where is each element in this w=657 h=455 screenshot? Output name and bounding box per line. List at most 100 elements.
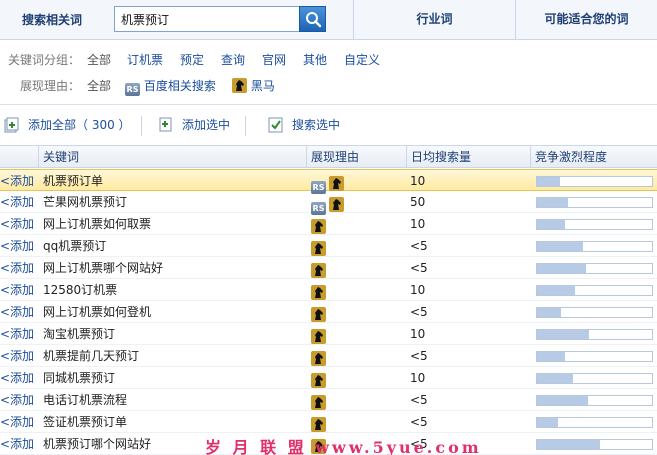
add-selected-button[interactable]: 添加选中 — [158, 114, 230, 136]
table-row[interactable]: <添加 12580订机票 10 — [0, 279, 657, 301]
add-keyword-link[interactable]: <添加 — [0, 257, 34, 279]
table-header: 关键词 展现理由 日均搜索量 竞争激烈程度 — [0, 145, 657, 168]
add-all-button[interactable]: 添加全部（ 300 ） — [4, 114, 131, 136]
search-input[interactable] — [114, 6, 300, 32]
keyword-cell: qq机票预订 — [43, 239, 107, 253]
search-box — [114, 6, 326, 32]
reason-all[interactable]: 全部 — [87, 75, 111, 97]
keyword-cell: 机票提前几天预订 — [43, 349, 140, 363]
keyword-cell: 网上订机票如何取票 — [43, 217, 152, 231]
horse-icon — [232, 78, 247, 93]
table-row[interactable]: <添加 网上订机票如何取票 10 — [0, 213, 657, 235]
keyword-cell: 机票预订单 — [43, 174, 104, 188]
add-all-label: 添加全部 — [28, 118, 77, 132]
keyword-cell: 网上订机票如何登机 — [43, 305, 152, 319]
add-keyword-link[interactable]: <添加 — [0, 411, 34, 433]
search-selected-icon — [268, 117, 283, 133]
competition-bar — [536, 417, 653, 428]
related-words-tab-label[interactable]: 搜索相关词 — [22, 11, 82, 28]
add-keyword-link[interactable]: <添加 — [0, 191, 34, 213]
table-row[interactable]: <添加 机票提前几天预订 <5 — [0, 345, 657, 367]
competition-bar-fill — [537, 352, 565, 361]
keyword-cell: 电话订机票流程 — [43, 393, 128, 407]
group-query[interactable]: 查询 — [221, 49, 245, 71]
group-book-ticket[interactable]: 订机票 — [127, 49, 163, 71]
keyword-cell: 机票预订哪个网站好 — [43, 437, 152, 451]
daily-search-volume-cell: 50 — [410, 195, 426, 209]
competition-bar — [536, 373, 653, 384]
competition-bar — [536, 439, 653, 450]
table-row[interactable]: <添加 签证机票预订单 <5 — [0, 411, 657, 433]
column-competition[interactable]: 竞争激烈程度 — [530, 146, 657, 168]
add-keyword-link[interactable]: <添加 — [0, 301, 34, 323]
add-keyword-link[interactable]: <添加 — [0, 389, 34, 411]
horse-icon — [311, 329, 326, 344]
search-button[interactable] — [299, 6, 326, 32]
competition-bar-fill — [537, 440, 600, 449]
display-reason-cell — [311, 414, 329, 432]
competition-bar — [536, 329, 653, 340]
competition-bar — [536, 285, 653, 296]
daily-search-volume-cell: <5 — [410, 305, 428, 319]
add-keyword-link[interactable]: <添加 — [0, 323, 34, 345]
toolbar-separator — [245, 116, 246, 136]
toolbar: 添加全部（ 300 ） 添加选中 搜索选中 — [0, 110, 657, 140]
horse-icon — [311, 241, 326, 256]
horse-icon — [311, 373, 326, 388]
reason-dark-horse-label: 黑马 — [250, 79, 275, 93]
group-custom[interactable]: 自定义 — [344, 49, 380, 71]
reason-baidu-related[interactable]: RS 百度相关搜索 — [125, 75, 216, 97]
display-reason-cell — [311, 216, 329, 234]
daily-search-volume-cell: 10 — [410, 217, 426, 231]
add-keyword-link[interactable]: <添加 — [0, 279, 34, 301]
daily-search-volume-cell: 10 — [410, 174, 426, 188]
table-row[interactable]: <添加 同城机票预订 10 — [0, 367, 657, 389]
horse-icon — [311, 395, 326, 410]
add-keyword-link[interactable]: <添加 — [0, 235, 34, 257]
add-keyword-link[interactable]: <添加 — [0, 433, 34, 455]
group-reserve[interactable]: 预定 — [180, 49, 204, 71]
display-reason-cell — [311, 348, 329, 366]
add-keyword-link[interactable]: <添加 — [0, 170, 34, 192]
watermark: 岁 月 联 盟 www.5yue.com — [205, 438, 482, 455]
competition-bar — [536, 219, 653, 230]
column-keyword[interactable]: 关键词 — [38, 146, 306, 168]
table-row[interactable]: <添加 芒果网机票预订 RS 50 — [0, 191, 657, 215]
search-selected-label: 搜索选中 — [292, 118, 341, 132]
table-row[interactable]: <添加 网上订机票哪个网站好 <5 — [0, 257, 657, 279]
daily-search-volume-cell: <5 — [410, 349, 428, 363]
tab-suitable-words[interactable]: 可能适合您的词 — [515, 0, 657, 40]
competition-bar-fill — [537, 242, 583, 251]
column-display-reason[interactable]: 展现理由 — [306, 146, 406, 168]
add-selected-label: 添加选中 — [182, 118, 231, 132]
group-official-site[interactable]: 官网 — [262, 49, 286, 71]
group-filter-label: 关键词分组： — [8, 53, 81, 67]
table-row[interactable]: <添加 淘宝机票预订 10 — [0, 323, 657, 345]
toolbar-separator — [141, 116, 142, 136]
display-reason-cell — [311, 238, 329, 256]
add-keyword-link[interactable]: <添加 — [0, 345, 34, 367]
add-keyword-link[interactable]: <添加 — [0, 367, 34, 389]
add-keyword-link[interactable]: <添加 — [0, 213, 34, 235]
table-row[interactable]: <添加 电话订机票流程 <5 — [0, 389, 657, 411]
search-selected-button[interactable]: 搜索选中 — [268, 114, 340, 136]
display-reason-cell — [311, 392, 329, 410]
display-reason-cell — [311, 370, 329, 388]
keyword-cell: 芒果网机票预订 — [43, 195, 128, 209]
reason-dark-horse[interactable]: 黑马 — [232, 75, 275, 97]
competition-bar — [536, 307, 653, 318]
horse-icon — [329, 176, 344, 191]
display-reason-cell — [311, 260, 329, 278]
table-row[interactable]: <添加 qq机票预订 <5 — [0, 235, 657, 257]
table-row[interactable]: <添加 网上订机票如何登机 <5 — [0, 301, 657, 323]
column-daily-search-volume[interactable]: 日均搜索量 — [406, 146, 530, 168]
group-all[interactable]: 全部 — [87, 49, 111, 71]
tab-industry-words[interactable]: 行业词 — [353, 0, 515, 40]
group-other[interactable]: 其他 — [303, 49, 327, 71]
competition-bar — [536, 395, 653, 406]
keyword-table: <添加 机票预订单 RS 10 <添加 芒果网机票预订 RS 50 <添加 网上订机票如何取票 10… — [0, 169, 657, 455]
horse-icon — [311, 417, 326, 432]
competition-bar-fill — [537, 286, 575, 295]
table-row[interactable]: <添加 机票预订单 RS 10 — [0, 169, 657, 194]
reason-filter-label: 展现理由： — [20, 79, 81, 93]
